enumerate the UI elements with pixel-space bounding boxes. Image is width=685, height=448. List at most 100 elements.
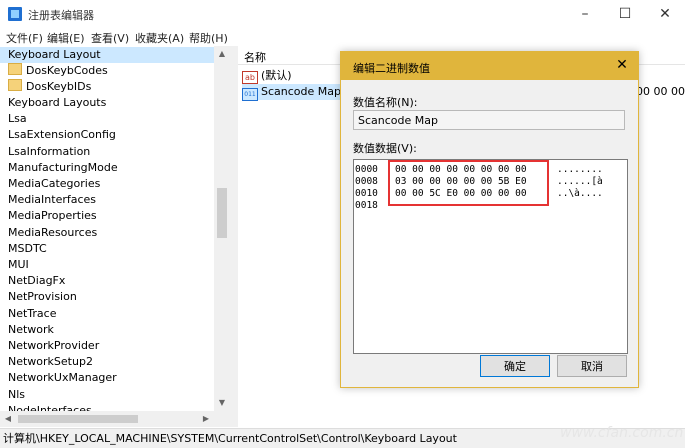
edit-binary-dialog: 编辑二进制数值 ✕ 数值名称(N): Scancode Map 数值数据(V):… xyxy=(340,51,639,388)
window-title: 注册表编辑器 xyxy=(28,9,94,22)
tree-item-label: MUI xyxy=(8,258,29,271)
hex-offset: 0018 xyxy=(355,200,378,211)
menu-edit[interactable]: 编辑(E) xyxy=(47,30,85,46)
tree-item-label: NetworkUxManager xyxy=(8,371,117,385)
hex-bytes: 00 00 5C E0 00 00 00 00 xyxy=(395,188,527,199)
list-item-scancode-map[interactable]: 011 Scancode Map xyxy=(242,84,345,101)
value-data-fragment: 00 00 00 0 xyxy=(636,85,685,98)
dialog-close-icon[interactable]: ✕ xyxy=(614,57,630,73)
value-data-label: 数值数据(V): xyxy=(353,142,417,155)
tree-item-label: Nls xyxy=(8,387,26,401)
tree-item[interactable]: NetDiagFx xyxy=(8,273,65,289)
tree-item[interactable]: NetProvision xyxy=(8,289,77,305)
hex-ascii: ........ xyxy=(557,164,603,175)
menu-bar: 文件(F) 编辑(E) 查看(V) 收藏夹(A) 帮助(H) xyxy=(0,28,685,46)
tree-vertical-scrollbar[interactable]: ▲ ▼ xyxy=(214,46,230,411)
cancel-button[interactable]: 取消 xyxy=(557,355,627,377)
tree-item-label: MediaProperties xyxy=(8,209,97,223)
tree-item-label: ManufacturingMode xyxy=(8,160,118,174)
menu-favorites[interactable]: 收藏夹(A) xyxy=(135,30,184,46)
tree-item-label: LsaExtensionConfig xyxy=(8,128,116,142)
value-name: Scancode Map xyxy=(261,85,341,98)
tree-item[interactable]: MSDTC xyxy=(8,241,47,257)
tree-item-label: DosKeybCodes xyxy=(26,64,108,77)
tree-item-label: LsaInformation xyxy=(8,144,91,158)
title-bar: 注册表编辑器 – ☐ ✕ xyxy=(0,0,685,28)
tree-item[interactable]: MediaInterfaces xyxy=(8,192,96,208)
hex-ascii: ..\à.... xyxy=(557,188,603,199)
tree-item[interactable]: NetworkUxManager xyxy=(8,370,117,386)
scroll-up-icon[interactable]: ▲ xyxy=(214,46,230,62)
watermark: www.cfan.com.cn xyxy=(560,425,684,441)
registry-app-icon xyxy=(8,7,22,21)
tree-item-label: MSDTC xyxy=(8,241,47,255)
ok-button[interactable]: 确定 xyxy=(480,355,550,377)
menu-view[interactable]: 查看(V) xyxy=(91,30,129,46)
tree-item-label: NetworkProvider xyxy=(8,339,100,352)
tree-horizontal-scrollbar[interactable]: ◀ ▶ xyxy=(0,411,230,427)
hex-offset: 0000 xyxy=(355,164,378,175)
tree-item[interactable]: Network xyxy=(8,322,54,338)
tree-item-label: NetworkSetup2 xyxy=(8,355,93,369)
tree-item[interactable]: MediaCategories xyxy=(8,176,100,192)
tree-item-label: Network xyxy=(8,322,54,336)
tree-item[interactable]: MediaProperties xyxy=(8,208,97,224)
hex-bytes: 00 00 00 00 00 00 00 00 xyxy=(395,164,527,175)
hex-offset: 0008 xyxy=(355,176,378,187)
string-value-icon: ab xyxy=(242,71,258,84)
tree-item[interactable]: Nls xyxy=(8,387,25,403)
dialog-title: 编辑二进制数值 xyxy=(353,62,430,75)
tree-item-label: MediaCategories xyxy=(8,177,101,190)
tree-item[interactable]: NetTrace xyxy=(8,306,57,322)
tree-item[interactable]: MUI xyxy=(8,257,29,273)
scroll-down-icon[interactable]: ▼ xyxy=(214,395,230,411)
hex-editor[interactable]: 0000 00 00 00 00 00 00 00 00........ 0008 0… xyxy=(353,159,628,354)
tree-item[interactable]: NetworkSetup2 xyxy=(8,354,93,370)
close-button[interactable]: ✕ xyxy=(645,0,685,28)
tree-item[interactable]: MediaResources xyxy=(8,225,97,241)
maximize-button[interactable]: ☐ xyxy=(605,0,645,28)
hex-bytes: 03 00 00 00 00 00 5B E0 xyxy=(395,176,527,187)
tree-item[interactable]: NetworkProvider xyxy=(8,338,99,354)
scroll-thumb[interactable] xyxy=(217,188,227,238)
tree-item-label: MediaInterfaces xyxy=(8,193,97,207)
folder-icon xyxy=(8,79,22,91)
value-name-field[interactable]: Scancode Map xyxy=(353,110,625,130)
tree-item-label: Keyboard Layouts xyxy=(8,96,107,109)
binary-value-icon: 011 xyxy=(242,88,258,101)
value-name: (默认) xyxy=(261,69,292,82)
tree-item[interactable]: ManufacturingMode xyxy=(8,160,118,176)
scroll-left-icon[interactable]: ◀ xyxy=(0,411,16,427)
tree-item-doskeybcodes[interactable]: DosKeybCodes xyxy=(8,63,108,79)
tree-item[interactable]: Keyboard Layouts xyxy=(8,95,106,111)
tree-item[interactable]: NodeInterfaces xyxy=(8,403,92,411)
tree-item-label: Keyboard Layout xyxy=(8,48,101,61)
tree-item-label: Lsa xyxy=(8,112,27,126)
tree-item-label: DosKeybIDs xyxy=(26,80,92,93)
hex-offset: 0010 xyxy=(355,188,378,199)
tree-item-doskeybids[interactable]: DosKeybIDs xyxy=(8,79,91,95)
registry-tree[interactable]: Keyboard Layout DosKeybCodes DosKeybIDs … xyxy=(0,46,230,411)
value-name-label: 数值名称(N): xyxy=(353,96,418,109)
tree-item-keyboard-layout[interactable]: Keyboard Layout xyxy=(0,47,214,63)
list-item-default[interactable]: ab (默认) xyxy=(242,68,292,84)
tree-item-label: MediaResources xyxy=(8,225,98,239)
tree-item-label: NetDiagFx xyxy=(8,274,66,288)
tree-item-label: NodeInterfaces xyxy=(8,403,92,411)
pane-splitter[interactable] xyxy=(230,46,238,427)
folder-icon xyxy=(8,63,22,75)
column-name[interactable]: 名称 xyxy=(244,49,266,65)
minimize-button[interactable]: – xyxy=(565,0,605,28)
tree-item-label: NetTrace xyxy=(8,306,57,320)
tree-item[interactable]: Lsa xyxy=(8,111,27,127)
tree-item-label: NetProvision xyxy=(8,290,77,304)
menu-file[interactable]: 文件(F) xyxy=(6,30,43,46)
menu-help[interactable]: 帮助(H) xyxy=(189,30,228,46)
hex-ascii: ......[à xyxy=(557,176,603,187)
scroll-right-icon[interactable]: ▶ xyxy=(198,411,214,427)
tree-item[interactable]: LsaExtensionConfig xyxy=(8,127,116,143)
scroll-thumb[interactable] xyxy=(18,415,138,423)
dialog-title-bar: 编辑二进制数值 ✕ xyxy=(341,52,638,80)
registry-editor-window: 注册表编辑器 – ☐ ✕ 文件(F) 编辑(E) 查看(V) 收藏夹(A) 帮助… xyxy=(0,0,685,448)
tree-item[interactable]: LsaInformation xyxy=(8,144,90,160)
